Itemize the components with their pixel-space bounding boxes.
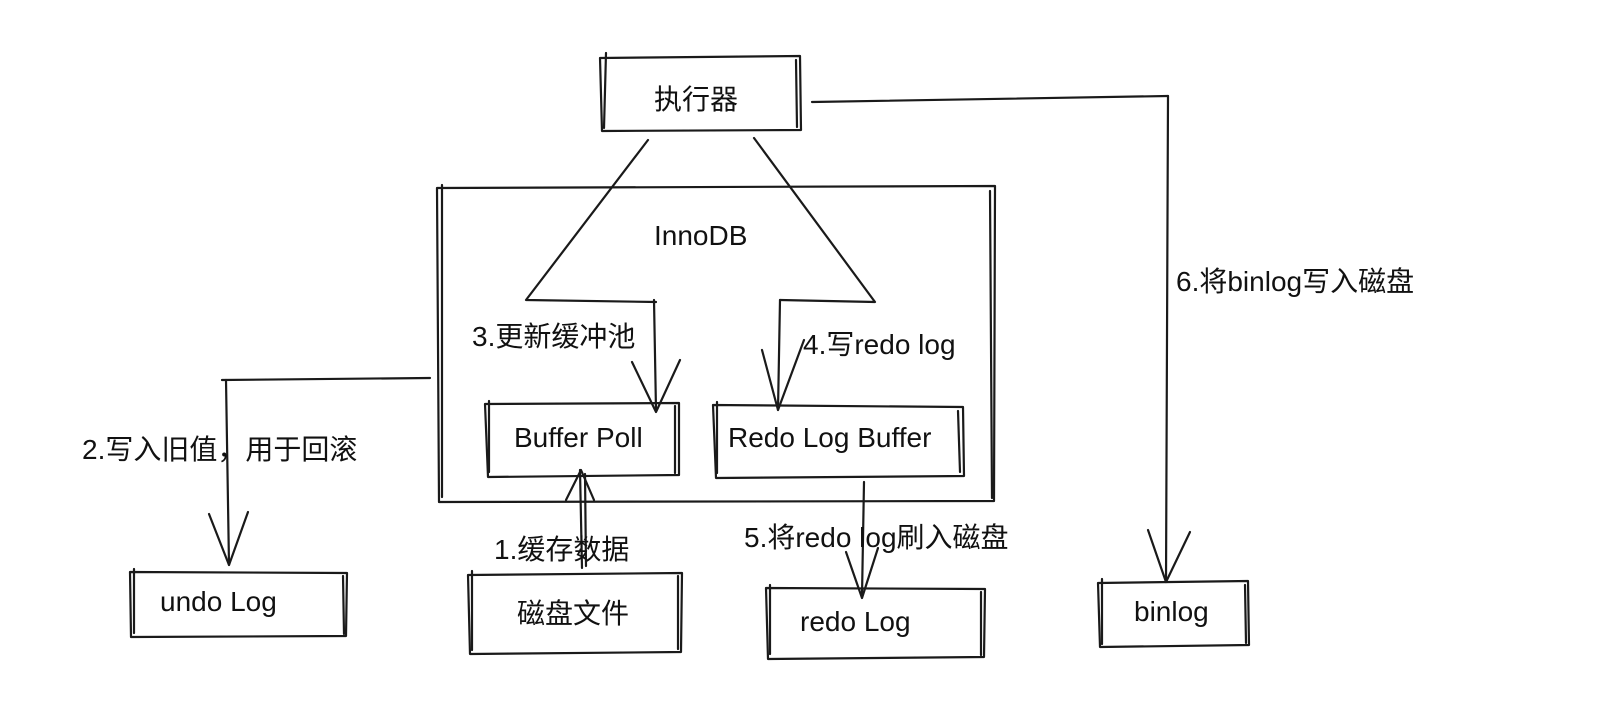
arrow-step3: [524, 138, 682, 414]
disk-file-label: 磁盘文件: [517, 598, 630, 629]
undo-log-label: undo Log: [160, 586, 277, 617]
innodb-label: InnoDB: [654, 220, 748, 251]
arrow-step2: [207, 376, 432, 567]
innodb-update-flow-diagram: 执行器 InnoDB Buffer Poll Redo Log Buffer u…: [0, 0, 1622, 712]
executor-label: 执行器: [654, 84, 739, 115]
step5-label: 5.将redo log刷入磁盘: [744, 522, 1009, 553]
arrow-step4: [752, 136, 877, 412]
buffer-pool-label: Buffer Poll: [514, 422, 643, 453]
redo-log-buffer-label: Redo Log Buffer: [728, 422, 932, 453]
binlog-label: binlog: [1134, 596, 1209, 627]
step2-label: 2.写入旧值，用于回滚: [82, 434, 358, 465]
step6-label: 6.将binlog写入磁盘: [1176, 266, 1415, 297]
step1-label: 1.缓存数据: [494, 534, 630, 565]
redo-log-label: redo Log: [800, 606, 911, 637]
step4-label: 4.写redo log: [803, 329, 956, 360]
step3-label: 3.更新缓冲池: [472, 321, 636, 352]
